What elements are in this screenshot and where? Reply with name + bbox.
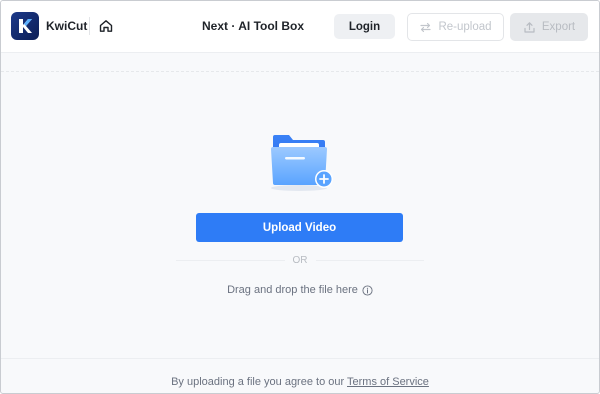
export-label: Export	[541, 21, 576, 33]
footer-divider	[1, 358, 599, 359]
or-separator: OR	[1, 255, 599, 266]
top-bar: KwiCut Next · AI Tool Box Login Re-uploa…	[1, 1, 599, 53]
footer-text: By uploading a file you agree to our	[171, 376, 347, 388]
login-button[interactable]: Login	[334, 14, 395, 39]
reupload-label: Re-upload	[438, 21, 492, 33]
export-button[interactable]: Export	[510, 13, 588, 41]
reupload-button[interactable]: Re-upload	[407, 13, 504, 41]
drag-drop-text: Drag and drop the file here	[227, 284, 358, 296]
swap-arrows-icon	[420, 22, 432, 32]
terms-of-service-link[interactable]: Terms of Service	[347, 376, 429, 388]
upload-video-button[interactable]: Upload Video	[196, 213, 403, 242]
info-icon[interactable]	[362, 284, 373, 296]
drag-drop-hint: Drag and drop the file here	[1, 284, 599, 296]
dropzone-top-border	[1, 71, 599, 72]
folder-add-icon[interactable]	[267, 131, 337, 193]
or-label: OR	[284, 255, 316, 266]
export-icon	[524, 21, 535, 33]
footer-terms: By uploading a file you agree to our Ter…	[1, 376, 599, 388]
app-window: KwiCut Next · AI Tool Box Login Re-uploa…	[0, 0, 600, 394]
